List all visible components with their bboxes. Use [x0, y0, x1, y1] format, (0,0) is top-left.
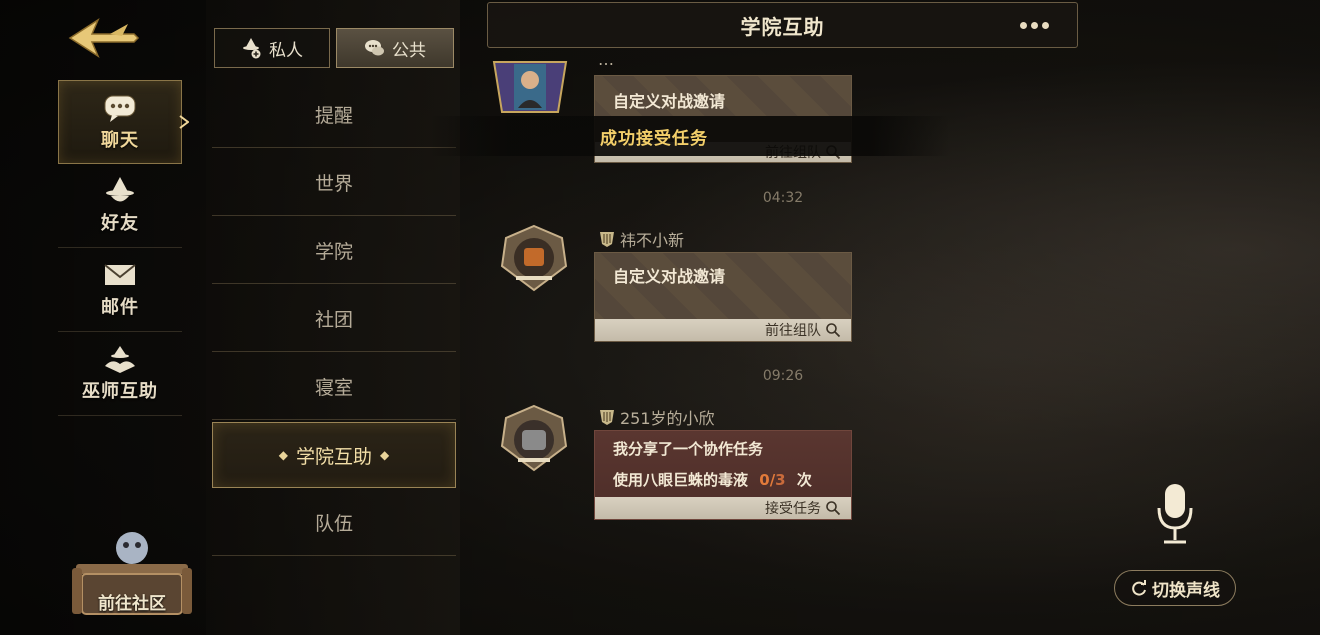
task-progress-unit: 次: [796, 471, 812, 489]
toast-text: 成功接受任务: [600, 128, 708, 149]
tab-private[interactable]: 私人: [214, 28, 330, 68]
nav-label-friends: 好友: [101, 213, 139, 234]
community-button[interactable]: 前往社区: [70, 530, 194, 622]
wizard-help-icon: [105, 346, 135, 373]
nav-label-chat: 聊天: [101, 129, 139, 151]
chat-bubble-icon: [104, 95, 136, 122]
channel-label: 学院互助: [295, 445, 372, 468]
channel-reminder[interactable]: 提醒: [212, 82, 456, 148]
channel-world[interactable]: 世界: [212, 150, 456, 216]
dot-icon: [1019, 21, 1027, 29]
nav-item-mail[interactable]: 邮件: [58, 248, 182, 332]
search-icon: [826, 501, 841, 516]
channel-label: 寝室: [314, 377, 353, 399]
avatar[interactable]: [492, 56, 568, 116]
sender-text: 251岁的小欣: [620, 409, 715, 428]
tab-public[interactable]: 公共: [336, 28, 454, 68]
channel-dorm[interactable]: 寝室: [212, 354, 456, 420]
task-line: 使用八眼巨蛛的毒液 0/3 次: [613, 469, 812, 490]
goto-team-button[interactable]: 前往组队: [595, 319, 851, 341]
task-card: 我分享了一个协作任务 使用八眼巨蛛的毒液 0/3 次 接受任务: [594, 430, 852, 520]
rank-crest-icon: [600, 232, 614, 247]
dot-icon: [1041, 21, 1049, 29]
microphone-icon: [1157, 484, 1193, 544]
switch-voice-button[interactable]: 切换声线: [1114, 570, 1236, 606]
channel-team[interactable]: 队伍: [212, 490, 456, 556]
timestamp: 09:26: [762, 368, 804, 384]
search-icon: [826, 323, 841, 338]
chat-bubbles-icon: [365, 40, 384, 56]
badge-avatar-icon: [500, 224, 568, 292]
active-indicator-icon: [179, 115, 189, 129]
card-title: 我分享了一个协作任务: [613, 440, 764, 458]
tab-public-label: 公共: [392, 40, 426, 61]
avatar[interactable]: [496, 402, 572, 474]
action-label: 接受任务: [765, 501, 821, 517]
side-nav: 聊天 好友 邮件 巫师互助: [58, 80, 189, 416]
timestamp: 04:32: [762, 190, 804, 206]
rank-crest-icon: [600, 410, 614, 425]
sender-name: 251岁的小欣: [598, 405, 715, 429]
nav-item-friends[interactable]: 好友: [58, 164, 182, 248]
channel-club[interactable]: 社团: [212, 286, 456, 352]
channel-column: 私人 公共 提醒 世界 学院 社团 寝室 ◆ 学院互助 ◆ 队伍: [206, 0, 460, 635]
more-options-button[interactable]: [1017, 17, 1051, 33]
nav-label-wizard-help: 巫师互助: [82, 381, 158, 402]
chat-header: 学院互助: [487, 2, 1078, 48]
sender-text: 祎不小新: [620, 231, 685, 250]
dot-icon: [1030, 21, 1038, 29]
microphone-button[interactable]: [1150, 480, 1200, 550]
avatar[interactable]: [496, 222, 572, 294]
badge-avatar-icon: [500, 404, 568, 472]
channel-label: 学院: [314, 241, 353, 263]
task-text: 使用八眼巨蛛的毒液: [613, 471, 749, 489]
channel-label: 队伍: [314, 513, 353, 535]
chat-title: 学院互助: [740, 14, 825, 39]
task-progress-total: 3: [775, 471, 786, 489]
channel-label: 世界: [314, 173, 353, 195]
envelope-icon: [104, 264, 136, 285]
card-title: 自定义对战邀请: [613, 92, 726, 111]
action-label: 前往组队: [765, 323, 821, 339]
nav-label-mail: 邮件: [101, 297, 139, 318]
sender-name: …: [598, 52, 614, 66]
diamond-ornament-icon: ◆: [278, 448, 288, 462]
channel-college[interactable]: 学院: [212, 218, 456, 284]
accept-task-button[interactable]: 接受任务: [595, 497, 851, 519]
sender-text: …: [598, 52, 614, 66]
back-button[interactable]: [62, 10, 142, 66]
wizard-plus-icon: [243, 38, 261, 59]
diamond-ornament-icon: ◆: [380, 448, 390, 462]
toast-notification: 成功接受任务: [430, 116, 950, 156]
portrait-avatar-icon: [492, 61, 568, 113]
card-title: 自定义对战邀请: [613, 267, 726, 286]
task-progress-current: 0: [759, 471, 770, 489]
channel-label: 社团: [314, 309, 353, 331]
channel-label: 提醒: [314, 105, 353, 127]
message-card: 自定义对战邀请 前往组队: [594, 252, 852, 342]
wizard-hat-icon: [106, 177, 134, 202]
nav-item-chat[interactable]: 聊天: [58, 80, 189, 164]
back-arrow-icon: [68, 18, 140, 58]
refresh-icon: [1132, 580, 1146, 596]
nav-item-wizard-help[interactable]: 巫师互助: [58, 332, 182, 416]
switch-voice-label: 切换声线: [1152, 580, 1220, 601]
community-label: 前往社区: [98, 594, 166, 614]
channel-college-help[interactable]: ◆ 学院互助 ◆: [212, 422, 456, 488]
tab-private-label: 私人: [269, 40, 303, 61]
sender-name: 祎不小新: [598, 227, 684, 251]
